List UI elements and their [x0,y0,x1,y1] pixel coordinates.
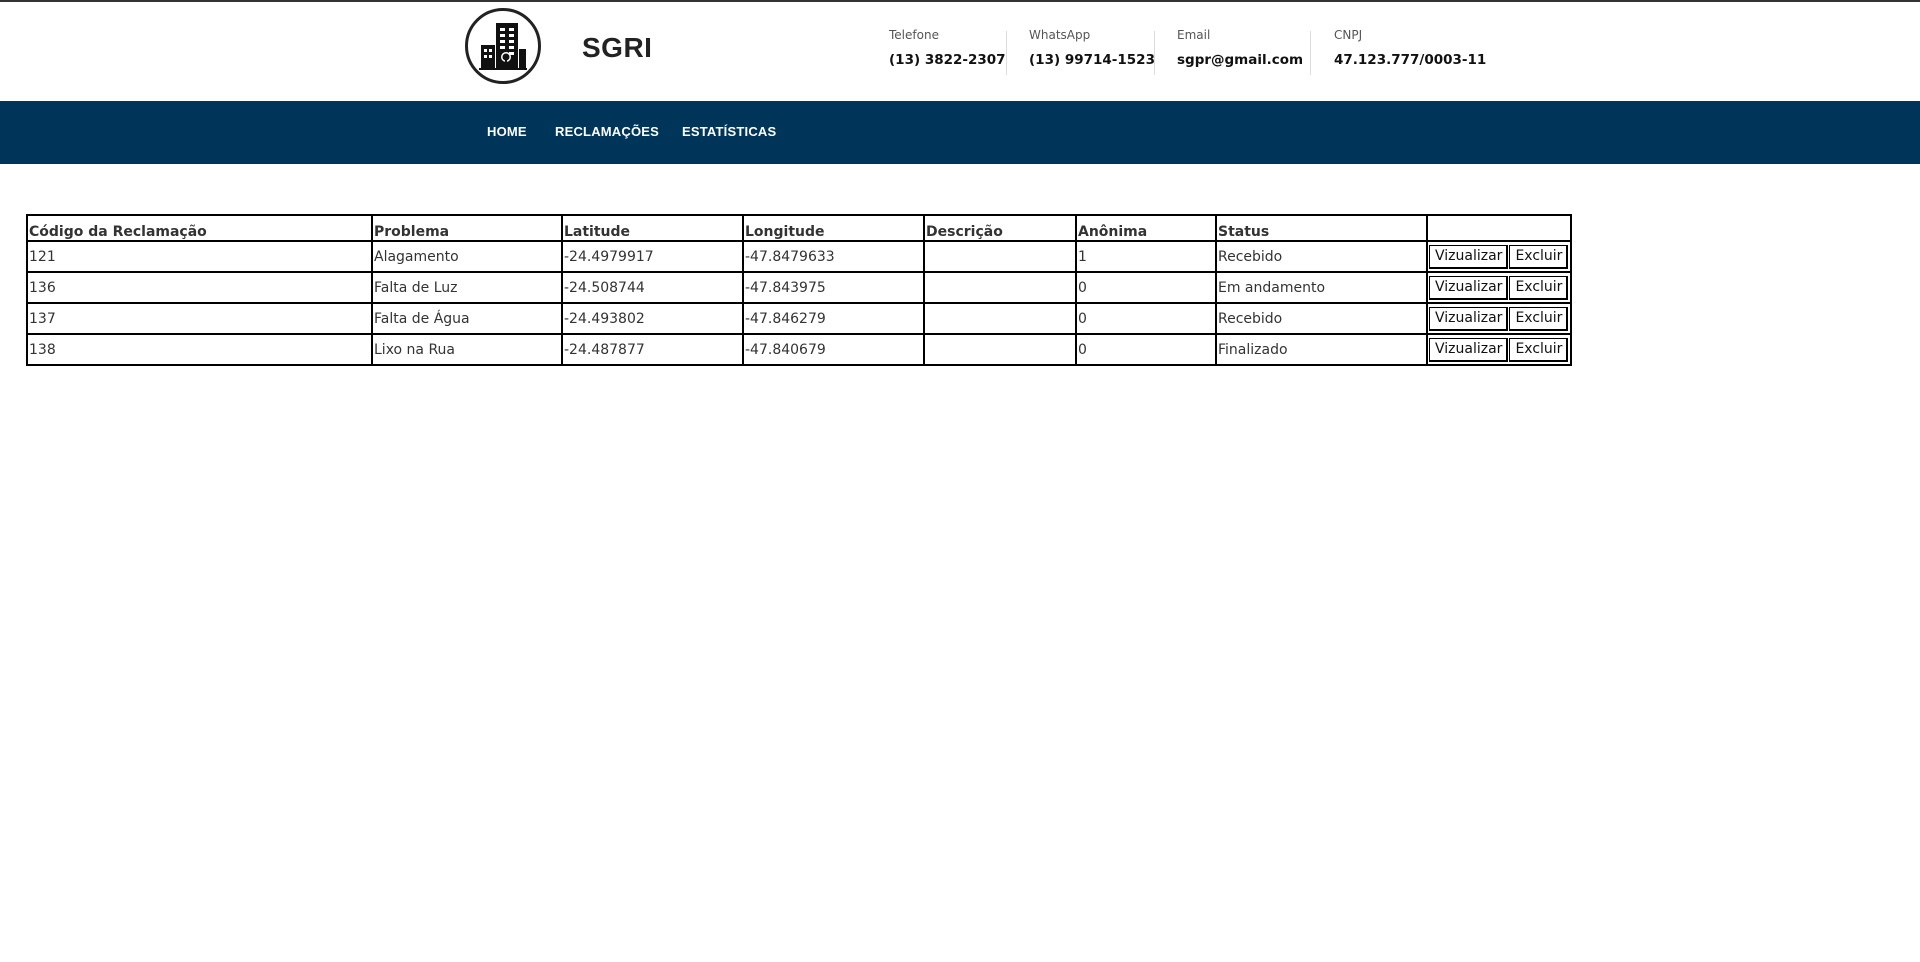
cell-status: Em andamento [1216,272,1427,303]
column-header-problema: Problema [372,215,562,241]
contact-email-value: sgpr@gmail.com [1177,52,1304,68]
view-button[interactable]: Vizualizar [1429,306,1509,331]
delete-button[interactable]: Excluir [1509,306,1569,331]
contact-whatsapp-value: (13) 99714-1523 [1029,52,1155,68]
main-nav: HOME RECLAMAÇÕES ESTATÍSTICAS [0,101,1920,164]
cell-longitude: -47.840679 [743,334,924,365]
cell-descricao [924,334,1076,365]
cell-problema: Lixo na Rua [372,334,562,365]
contact-email-label: Email [1177,28,1211,42]
cell-descricao [924,272,1076,303]
contact-phone-value: (13) 3822-2307 [889,52,1006,68]
complaints-table: Código da Reclamação Problema Latitude L… [26,214,1573,366]
table-row: 137 Falta de Água -24.493802 -47.846279 … [27,303,1572,334]
table-row: 136 Falta de Luz -24.508744 -47.843975 0… [27,272,1572,303]
delete-button[interactable]: Excluir [1509,275,1569,300]
divider [1154,31,1155,75]
cell-anonima: 1 [1076,241,1216,272]
column-header-anonima: Anônima [1076,215,1216,241]
cell-codigo: 138 [27,334,372,365]
contact-cnpj-value: 47.123.777/0003-11 [1334,52,1487,68]
cell-latitude: -24.487877 [562,334,743,365]
column-header-status: Status [1216,215,1427,241]
contact-phone-label: Telefone [889,28,939,42]
cell-actions: Vizualizar Excluir [1427,334,1572,365]
column-header-actions [1427,215,1572,241]
column-header-descricao: Descrição [924,215,1076,241]
contact-whatsapp: WhatsApp (13) 99714-1523 [1029,28,1155,76]
cell-problema: Alagamento [372,241,562,272]
cell-latitude: -24.493802 [562,303,743,334]
column-header-codigo: Código da Reclamação [27,215,372,241]
cell-longitude: -47.846279 [743,303,924,334]
delete-button[interactable]: Excluir [1509,337,1569,362]
cell-anonima: 0 [1076,303,1216,334]
building-icon [479,23,527,70]
cell-actions: Vizualizar Excluir [1427,272,1572,303]
cell-descricao [924,241,1076,272]
cell-actions: Vizualizar Excluir [1427,241,1572,272]
cell-latitude: -24.4979917 [562,241,743,272]
site-header: SGRI Telefone (13) 3822-2307 WhatsApp (1… [0,2,1920,101]
contact-email: Email sgpr@gmail.com [1177,28,1303,76]
view-button[interactable]: Vizualizar [1429,337,1509,362]
table-row: 138 Lixo na Rua -24.487877 -47.840679 0 … [27,334,1572,365]
cell-latitude: -24.508744 [562,272,743,303]
cell-actions: Vizualizar Excluir [1427,303,1572,334]
logo[interactable] [465,8,541,84]
cell-longitude: -47.843975 [743,272,924,303]
cell-longitude: -47.8479633 [743,241,924,272]
contact-phone: Telefone (13) 3822-2307 [889,28,1006,76]
cell-descricao [924,303,1076,334]
table-row: 121 Alagamento -24.4979917 -47.8479633 1… [27,241,1572,272]
contact-cnpj: CNPJ 47.123.777/0003-11 [1334,28,1486,76]
column-header-latitude: Latitude [562,215,743,241]
cell-status: Recebido [1216,241,1427,272]
cell-codigo: 121 [27,241,372,272]
cell-status: Finalizado [1216,334,1427,365]
cell-codigo: 136 [27,272,372,303]
brand-name: SGRI [582,32,653,63]
nav-reclamacoes[interactable]: RECLAMAÇÕES [555,124,659,139]
divider [1310,31,1311,75]
contact-whatsapp-label: WhatsApp [1029,28,1091,42]
cell-codigo: 137 [27,303,372,334]
delete-button[interactable]: Excluir [1509,244,1569,269]
cell-problema: Falta de Luz [372,272,562,303]
view-button[interactable]: Vizualizar [1429,275,1509,300]
cell-anonima: 0 [1076,272,1216,303]
cell-status: Recebido [1216,303,1427,334]
cell-anonima: 0 [1076,334,1216,365]
nav-estatisticas[interactable]: ESTATÍSTICAS [682,124,776,139]
view-button[interactable]: Vizualizar [1429,244,1509,269]
column-header-longitude: Longitude [743,215,924,241]
nav-home[interactable]: HOME [487,124,527,139]
cell-problema: Falta de Água [372,303,562,334]
contact-cnpj-label: CNPJ [1334,28,1363,42]
table-header-row: Código da Reclamação Problema Latitude L… [27,215,1572,241]
divider [1006,31,1007,75]
